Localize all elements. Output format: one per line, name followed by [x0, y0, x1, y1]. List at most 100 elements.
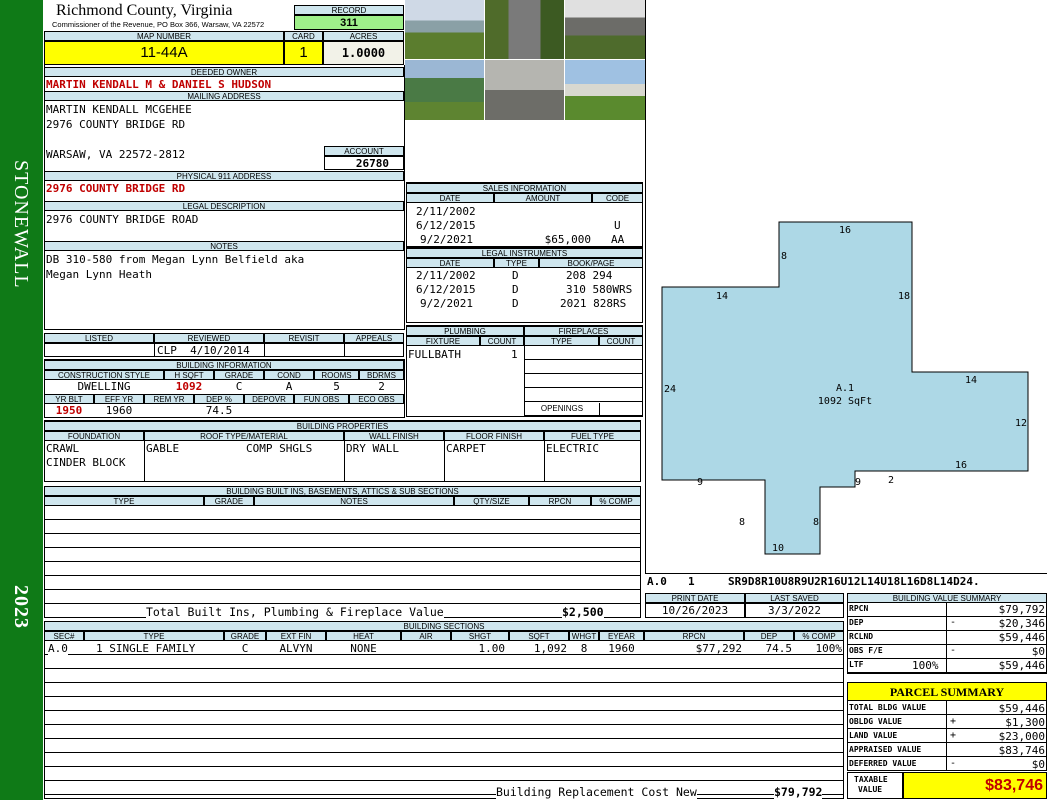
revisit-label: REVISIT	[264, 333, 344, 343]
openings-label: OPENINGS	[540, 404, 584, 413]
li-row-type: D	[512, 283, 519, 296]
sales-amount-header: AMOUNT	[494, 193, 592, 203]
physical-address: 2976 COUNTY BRIDGE RD	[46, 182, 186, 195]
rooms-header: ROOMS	[314, 370, 359, 380]
li-row-book: 2021 828RS	[560, 297, 627, 310]
deferred-label: DEFERRED VALUE	[849, 759, 917, 768]
bdrms-header: BDRMS	[359, 370, 404, 380]
sales-date-header: DATE	[406, 193, 494, 203]
sketch-dim: 8	[739, 517, 745, 528]
fireplace-type-header: TYPE	[524, 336, 599, 346]
sections-header: EXT FIN	[266, 631, 326, 641]
rpcn-label: RPCN	[849, 604, 869, 613]
sales-row-code: AA	[611, 233, 625, 246]
sections-header: % COMP	[794, 631, 844, 641]
sketch-dim: 14	[716, 291, 728, 302]
brcn-value: $79,792	[774, 785, 823, 799]
card-number: 1	[284, 41, 323, 65]
li-type-header: TYPE	[494, 258, 539, 268]
commissioner-address: Commissioner of the Revenue, PO Box 366,…	[52, 20, 265, 29]
sections-header: WHGT	[569, 631, 599, 641]
rooms-value: 5	[333, 380, 340, 393]
plumbing-title: PLUMBING	[406, 326, 524, 336]
notes-line1: DB 310-580 from Megan Lynn Belfield aka	[46, 253, 305, 266]
hsqft-header: H SQFT	[164, 370, 214, 380]
builtins-grid	[44, 506, 641, 618]
sketch-dim: 12	[1015, 418, 1027, 429]
rclnd-value: $59,446	[998, 631, 1045, 644]
li-row-type: D	[512, 297, 519, 310]
dep-value: 74.5	[205, 404, 233, 417]
sales-row-date: 2/11/2002	[416, 205, 476, 218]
sketch-dim: 8	[781, 251, 787, 262]
dep-label: DEP	[849, 618, 864, 627]
sections-header: HEAT	[326, 631, 401, 641]
sketch-area-sqft: 1092 SqFt	[818, 396, 872, 407]
total-bldg-value: $59,446	[998, 702, 1045, 715]
cond-header: COND	[264, 370, 314, 380]
sketch-dim: 14	[965, 375, 977, 386]
sales-row-date: 6/12/2015	[416, 219, 476, 232]
plumbing-count: 1	[511, 348, 518, 361]
ltf-label: LTF	[849, 660, 864, 669]
reviewed-label: REVIEWED	[154, 333, 264, 343]
last-saved-label: LAST SAVED	[745, 593, 844, 603]
print-date: 10/26/2023	[645, 603, 745, 618]
section-sqft: 1,092	[533, 642, 567, 655]
listed-label: LISTED	[44, 333, 154, 343]
section-shgt: 1.00	[478, 642, 506, 655]
sketch-vector: SR9D8R10U8R9U2R16U12L14U18L16D8L14D24.	[728, 575, 980, 588]
builtins-total-label: Total Built Ins, Plumbing & Fireplace Va…	[146, 605, 444, 619]
tax-year: 2023	[10, 585, 32, 629]
sales-code-header: CODE	[592, 193, 643, 203]
section-dep: 74.5	[765, 642, 793, 655]
builtins-total: $2,500	[562, 605, 604, 619]
builtins-qty-header: QTY/SIZE	[454, 496, 529, 506]
grade-header: GRADE	[214, 370, 264, 380]
rclnd-label: RCLND	[849, 632, 874, 641]
li-row-type: D	[512, 269, 519, 282]
mailing-line3: WARSAW, VA 22572-2812	[46, 148, 186, 161]
record-label: RECORD	[294, 5, 404, 15]
li-row-date: 6/12/2015	[416, 283, 476, 296]
county-title: Richmond County, Virginia	[56, 2, 233, 19]
appeals-label: APPEALS	[344, 333, 404, 343]
section-heat: NONE	[350, 642, 377, 655]
bdrms-value: 2	[378, 380, 385, 393]
roof-type: GABLE	[146, 442, 180, 455]
account-label: ACCOUNT	[324, 146, 404, 156]
section-comp: 100%	[815, 642, 843, 655]
foundation-1: CRAWL	[46, 442, 80, 455]
section-sec: A.0	[48, 642, 68, 655]
sketch-dim: 9	[855, 477, 861, 488]
taxable-label-2: VALUE	[858, 785, 883, 794]
photo-house-side	[565, 60, 645, 120]
map-number: 11-44A	[44, 41, 284, 65]
building-sections-title: BUILDING SECTIONS	[44, 621, 844, 631]
dep-value: $20,346	[998, 617, 1045, 630]
sketch-dim: 9	[697, 477, 703, 488]
photo-house-front	[405, 0, 484, 59]
deeded-owner: MARTIN KENDALL M & DANIEL S HUDSON	[46, 78, 272, 91]
appraised-label: APPRAISED VALUE	[849, 745, 922, 754]
mailing-address-label: MAILING ADDRESS	[44, 91, 404, 101]
deferred-value: $0	[1031, 758, 1045, 771]
card-label: CARD	[284, 31, 323, 41]
remyr-header: REM YR	[144, 394, 194, 404]
sketch-dim: 24	[664, 384, 676, 395]
openings-divider	[599, 403, 600, 416]
obs-label: OBS F/E	[849, 646, 883, 655]
reviewed-value: CLP 4/10/2014	[157, 344, 250, 357]
builtins-comp-header: % COMP	[591, 496, 641, 506]
legal-description: 2976 COUNTY BRIDGE ROAD	[46, 213, 199, 226]
value-summary-title: BUILDING VALUE SUMMARY	[847, 593, 1047, 603]
sections-header: TYPE	[84, 631, 224, 641]
photo-mailbox	[485, 60, 564, 120]
section-whgt: 8	[580, 642, 588, 655]
sections-grid	[44, 641, 844, 799]
plumbing-count-header: COUNT	[480, 336, 524, 346]
builtins-type-header: TYPE	[44, 496, 204, 506]
notes-label: NOTES	[44, 241, 404, 251]
effyr-value: 1960	[105, 404, 133, 417]
section-eyear: 1960	[608, 642, 635, 655]
